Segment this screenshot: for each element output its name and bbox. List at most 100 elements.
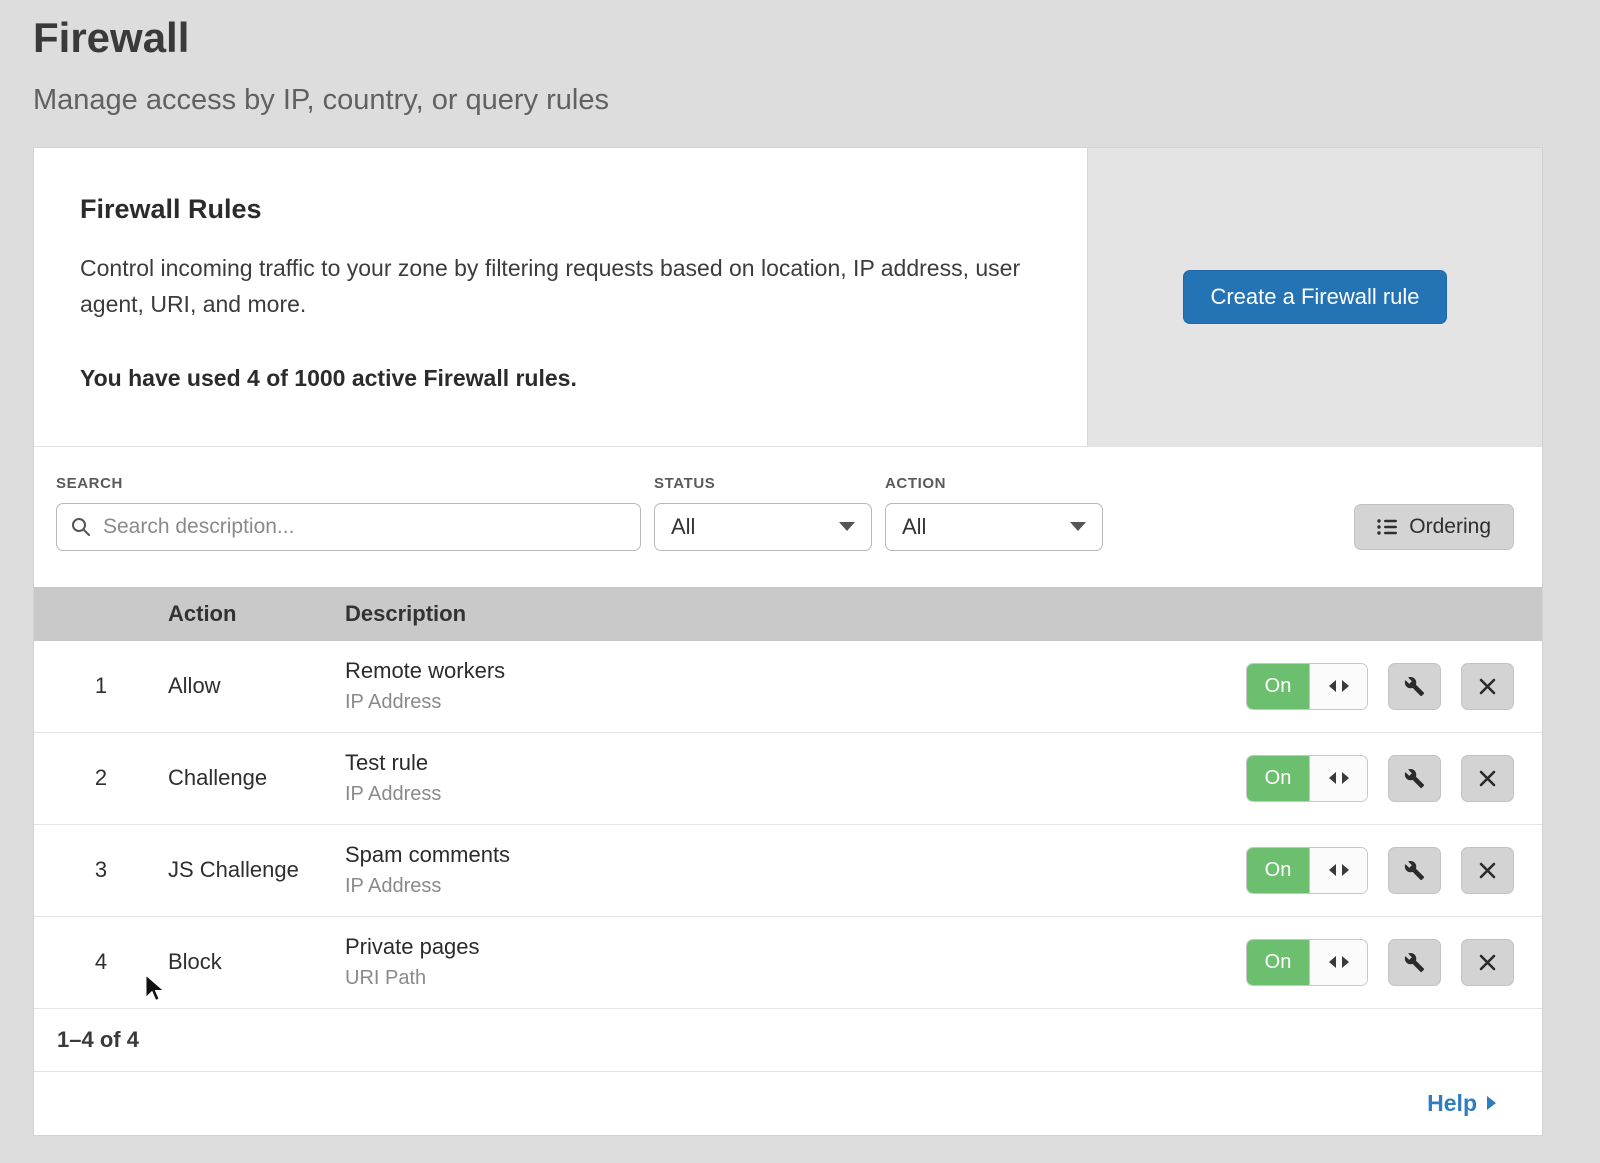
search-box: [56, 503, 641, 551]
rule-number: 3: [34, 857, 168, 883]
edit-rule-button[interactable]: [1388, 939, 1441, 986]
edit-rule-button[interactable]: [1388, 663, 1441, 710]
rules-info: Firewall Rules Control incoming traffic …: [34, 148, 1087, 445]
page-title: Firewall: [33, 14, 1567, 62]
search-label: SEARCH: [56, 475, 641, 492]
status-label: STATUS: [654, 475, 872, 492]
wrench-icon: [1404, 768, 1425, 789]
rule-toggle: On: [1246, 663, 1368, 710]
rule-description-cell: Test rule IP Address: [345, 750, 1246, 806]
table-row: 1 Allow Remote workers IP Address On: [34, 641, 1542, 733]
search-filter-group: SEARCH: [56, 475, 641, 551]
rule-toggle-on-button[interactable]: On: [1247, 756, 1309, 801]
page-subtitle: Manage access by IP, country, or query r…: [33, 84, 1567, 117]
help-row: Help: [34, 1071, 1542, 1135]
toggle-arrows-button[interactable]: [1309, 848, 1367, 893]
toggle-arrows-button[interactable]: [1309, 940, 1367, 985]
pagination-text: 1–4 of 4: [57, 1027, 139, 1053]
rule-controls: On: [1246, 939, 1514, 986]
search-icon: [71, 517, 91, 537]
table-header: Action Description: [34, 587, 1542, 641]
triangle-left-icon: [1329, 772, 1336, 784]
firewall-rules-section: Firewall Rules Control incoming traffic …: [34, 148, 1542, 445]
edit-rule-button[interactable]: [1388, 847, 1441, 894]
wrench-icon: [1404, 952, 1425, 973]
close-icon: [1478, 769, 1497, 788]
rule-toggle-on-button[interactable]: On: [1247, 848, 1309, 893]
rule-description-cell: Remote workers IP Address: [345, 658, 1246, 714]
triangle-left-icon: [1329, 680, 1336, 692]
ordering-button[interactable]: Ordering: [1354, 504, 1514, 550]
help-link[interactable]: Help: [1427, 1090, 1496, 1117]
search-input[interactable]: [101, 514, 626, 540]
create-firewall-rule-button[interactable]: Create a Firewall rule: [1183, 270, 1446, 324]
toggle-arrows-button[interactable]: [1309, 664, 1367, 709]
help-link-label: Help: [1427, 1090, 1477, 1117]
action-filter-group: ACTION All: [885, 475, 1103, 551]
edit-rule-button[interactable]: [1388, 755, 1441, 802]
rules-usage-count: You have used 4 of 1000 active Firewall …: [80, 365, 1041, 392]
pagination-row: 1–4 of 4: [34, 1009, 1542, 1071]
wrench-icon: [1404, 676, 1425, 697]
rule-description-cell: Spam comments IP Address: [345, 842, 1246, 898]
rules-description: Control incoming traffic to your zone by…: [80, 251, 1030, 322]
delete-rule-button[interactable]: [1461, 755, 1514, 802]
rule-number: 4: [34, 949, 168, 975]
table-row: 3 JS Challenge Spam comments IP Address …: [34, 825, 1542, 917]
rule-match-type: URI Path: [345, 967, 1246, 990]
column-action: Action: [168, 601, 345, 627]
rule-number: 1: [34, 673, 168, 699]
triangle-right-icon: [1342, 772, 1349, 784]
rule-description-cell: Private pages URI Path: [345, 934, 1246, 990]
firewall-card: Firewall Rules Control incoming traffic …: [33, 147, 1543, 1135]
help-arrow-icon: [1487, 1096, 1496, 1110]
filters-bar: SEARCH STATUS All ACTION All: [34, 446, 1542, 587]
rule-toggle-on-button[interactable]: On: [1247, 664, 1309, 709]
action-select[interactable]: All: [885, 503, 1103, 551]
rule-description: Spam comments: [345, 842, 1246, 868]
rule-match-type: IP Address: [345, 691, 1246, 714]
chevron-down-icon: [1070, 522, 1086, 531]
rule-action: Challenge: [168, 765, 345, 791]
triangle-right-icon: [1342, 680, 1349, 692]
rules-table-body: 1 Allow Remote workers IP Address On: [34, 641, 1542, 1009]
rule-description: Private pages: [345, 934, 1246, 960]
action-label: ACTION: [885, 475, 1103, 492]
status-select-value: All: [671, 514, 695, 540]
page-header: Firewall Manage access by IP, country, o…: [0, 0, 1600, 117]
rule-match-type: IP Address: [345, 783, 1246, 806]
rule-toggle: On: [1246, 847, 1368, 894]
action-select-value: All: [902, 514, 926, 540]
rule-action: JS Challenge: [168, 857, 345, 883]
rule-description: Remote workers: [345, 658, 1246, 684]
rule-toggle-on-button[interactable]: On: [1247, 940, 1309, 985]
rule-action: Block: [168, 949, 345, 975]
close-icon: [1478, 677, 1497, 696]
rule-action: Allow: [168, 673, 345, 699]
close-icon: [1478, 861, 1497, 880]
status-select[interactable]: All: [654, 503, 872, 551]
rule-controls: On: [1246, 847, 1514, 894]
table-row: 2 Challenge Test rule IP Address On: [34, 733, 1542, 825]
rule-toggle: On: [1246, 755, 1368, 802]
triangle-right-icon: [1342, 864, 1349, 876]
delete-rule-button[interactable]: [1461, 847, 1514, 894]
delete-rule-button[interactable]: [1461, 939, 1514, 986]
rule-controls: On: [1246, 663, 1514, 710]
chevron-down-icon: [839, 522, 855, 531]
ordering-button-label: Ordering: [1409, 515, 1491, 539]
rules-title: Firewall Rules: [80, 194, 1041, 225]
table-row: 4 Block Private pages URI Path On: [34, 917, 1542, 1009]
triangle-left-icon: [1329, 956, 1336, 968]
wrench-icon: [1404, 860, 1425, 881]
create-rule-panel: Create a Firewall rule: [1087, 148, 1542, 445]
ordering-list-icon: [1377, 518, 1398, 536]
triangle-left-icon: [1329, 864, 1336, 876]
rule-number: 2: [34, 765, 168, 791]
toggle-arrows-button[interactable]: [1309, 756, 1367, 801]
rule-description: Test rule: [345, 750, 1246, 776]
rule-toggle: On: [1246, 939, 1368, 986]
rule-controls: On: [1246, 755, 1514, 802]
delete-rule-button[interactable]: [1461, 663, 1514, 710]
triangle-right-icon: [1342, 956, 1349, 968]
